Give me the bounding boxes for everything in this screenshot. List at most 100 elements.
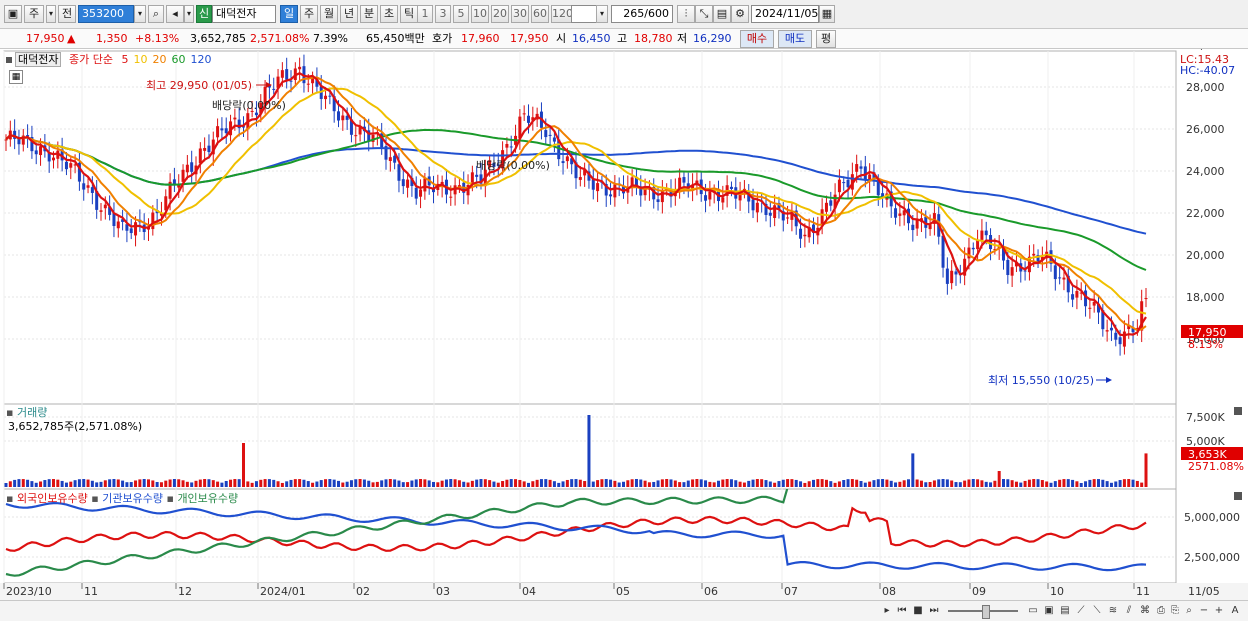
speaker-icon[interactable]: ◂: [166, 5, 184, 23]
stock-tag[interactable]: 대덕전자: [15, 52, 62, 67]
zoom-out-icon[interactable]: −: [1197, 604, 1211, 618]
save-icon[interactable]: ▤: [713, 5, 731, 23]
interval-tab-5[interactable]: 5: [453, 5, 469, 23]
candle-type-icon[interactable]: ⫶: [677, 5, 695, 23]
gear-icon[interactable]: ⚙: [731, 5, 749, 23]
period-type-select[interactable]: 주: [24, 5, 44, 23]
magnifier-icon[interactable]: ⌕: [1182, 604, 1196, 618]
stock-name-field[interactable]: 대덕전자: [212, 5, 276, 23]
bullet-icon: ▪: [162, 492, 178, 505]
last-pct-text: 8.13%: [1188, 338, 1223, 351]
volume-bar: [850, 479, 854, 487]
code-input[interactable]: 353200: [78, 5, 134, 23]
window-menu-icon[interactable]: ▣: [4, 5, 22, 23]
volume-bar: [492, 481, 496, 487]
draw-text-icon[interactable]: ⌘: [1138, 604, 1152, 618]
volume-bar: [164, 480, 168, 487]
crosshair-icon[interactable]: ⤡: [695, 5, 713, 23]
period-tab-4[interactable]: 분: [360, 5, 378, 23]
volume-panel-close-icon[interactable]: [1234, 407, 1242, 415]
volume-legend: ▪ 거래량: [6, 406, 47, 419]
date-value: 2024/11/05: [755, 7, 819, 20]
period-tab-1[interactable]: 주: [300, 5, 318, 23]
volume-bar: [375, 481, 379, 487]
interval-tab-60[interactable]: 60: [531, 5, 549, 23]
average-button[interactable]: 평: [816, 30, 836, 48]
volume-bar: [1140, 482, 1144, 487]
volume-bar: [699, 479, 703, 487]
buy-button[interactable]: 매수: [740, 30, 774, 48]
volume-bar: [794, 479, 798, 487]
rewind-icon[interactable]: ⏮: [895, 604, 909, 618]
layout-3-icon[interactable]: ▤: [1058, 604, 1072, 618]
calendar-icon[interactable]: ▦: [819, 5, 835, 23]
interval-dropdown-icon[interactable]: ▾: [596, 5, 608, 23]
interval-tab-10[interactable]: 10: [471, 5, 489, 23]
volume-bar: [682, 482, 686, 487]
period-tab-2[interactable]: 월: [320, 5, 338, 23]
font-size-icon[interactable]: A: [1228, 604, 1242, 618]
interval-tab-1[interactable]: 1: [417, 5, 433, 23]
draw-channel-icon[interactable]: ⫽: [1122, 604, 1136, 618]
candle-body: [708, 191, 712, 200]
candle-body: [1105, 330, 1109, 332]
layout-2-icon[interactable]: ▣: [1042, 604, 1056, 618]
stop-icon[interactable]: ■: [911, 604, 925, 618]
volume-tick-label: 5,000K: [1186, 435, 1225, 448]
volume-bar: [1027, 479, 1031, 487]
period-tab-3[interactable]: 년: [340, 5, 358, 23]
volume-bar: [410, 480, 414, 487]
volume-bar: [673, 480, 677, 487]
volume-bar: [69, 481, 73, 487]
volume-bar: [354, 479, 358, 487]
interval-tab-3[interactable]: 3: [435, 5, 451, 23]
scroll-right-icon[interactable]: ▸: [880, 604, 894, 618]
table-icon[interactable]: ▦: [9, 70, 23, 84]
volume-bar: [77, 479, 81, 487]
zoom-in-icon[interactable]: +: [1212, 604, 1226, 618]
interval-tab-30[interactable]: 30: [511, 5, 529, 23]
zoom-slider-handle[interactable]: [982, 605, 990, 619]
count-field[interactable]: 265/600: [611, 5, 673, 23]
badge-label: 신: [198, 7, 210, 20]
search-icon[interactable]: ⌕: [148, 5, 164, 23]
volume-bar: [1135, 480, 1139, 487]
candle-body: [1062, 277, 1066, 280]
fast-forward-icon[interactable]: ⏭: [927, 604, 941, 618]
code-dropdown-icon[interactable]: ▾: [134, 5, 146, 23]
candle-body: [721, 197, 725, 203]
volume-bar: [220, 482, 224, 487]
open-value: 16,450: [572, 32, 611, 45]
draw-fib-icon[interactable]: ≋: [1106, 604, 1120, 618]
volume-bar: [60, 480, 64, 487]
date-field[interactable]: 2024/11/05: [751, 5, 819, 23]
chart-area[interactable]: 30,000 28,000 26,000 24,000 22,000 20,000 18,0…: [0, 49, 1248, 600]
period-tab-5[interactable]: 초: [380, 5, 398, 23]
count-value: 265: [623, 7, 645, 20]
candle-body: [298, 66, 302, 70]
volume-bar: [604, 479, 608, 487]
volume-bar: [168, 479, 172, 487]
period-tab-0[interactable]: 일: [280, 5, 298, 23]
candle-body: [1075, 291, 1079, 298]
volume-bar: [639, 479, 643, 487]
interval-tab-20[interactable]: 20: [491, 5, 509, 23]
export-icon[interactable]: ⎘: [1168, 604, 1182, 618]
speaker-dropdown-icon[interactable]: ▾: [184, 5, 194, 23]
period-tab-6[interactable]: 틱: [400, 5, 418, 23]
volume-bar: [315, 481, 319, 487]
volume-bar: [39, 481, 43, 487]
draw-line-icon[interactable]: ⟋: [1074, 604, 1088, 618]
volume-bar: [522, 481, 526, 487]
prev-button[interactable]: 전: [58, 5, 76, 23]
sell-button[interactable]: 매도: [778, 30, 812, 48]
chevron-down-icon[interactable]: ▾: [46, 5, 56, 23]
candle-body: [682, 177, 686, 183]
layout-1-icon[interactable]: ▭: [1026, 604, 1040, 618]
print-icon[interactable]: ⎙: [1154, 604, 1168, 618]
interval-tab-120[interactable]: 120: [551, 5, 573, 23]
candle-body: [596, 183, 600, 192]
volume-bar: [622, 481, 625, 487]
draw-trend-icon[interactable]: ⟍: [1090, 604, 1104, 618]
holding-panel-close-icon[interactable]: [1234, 492, 1242, 500]
